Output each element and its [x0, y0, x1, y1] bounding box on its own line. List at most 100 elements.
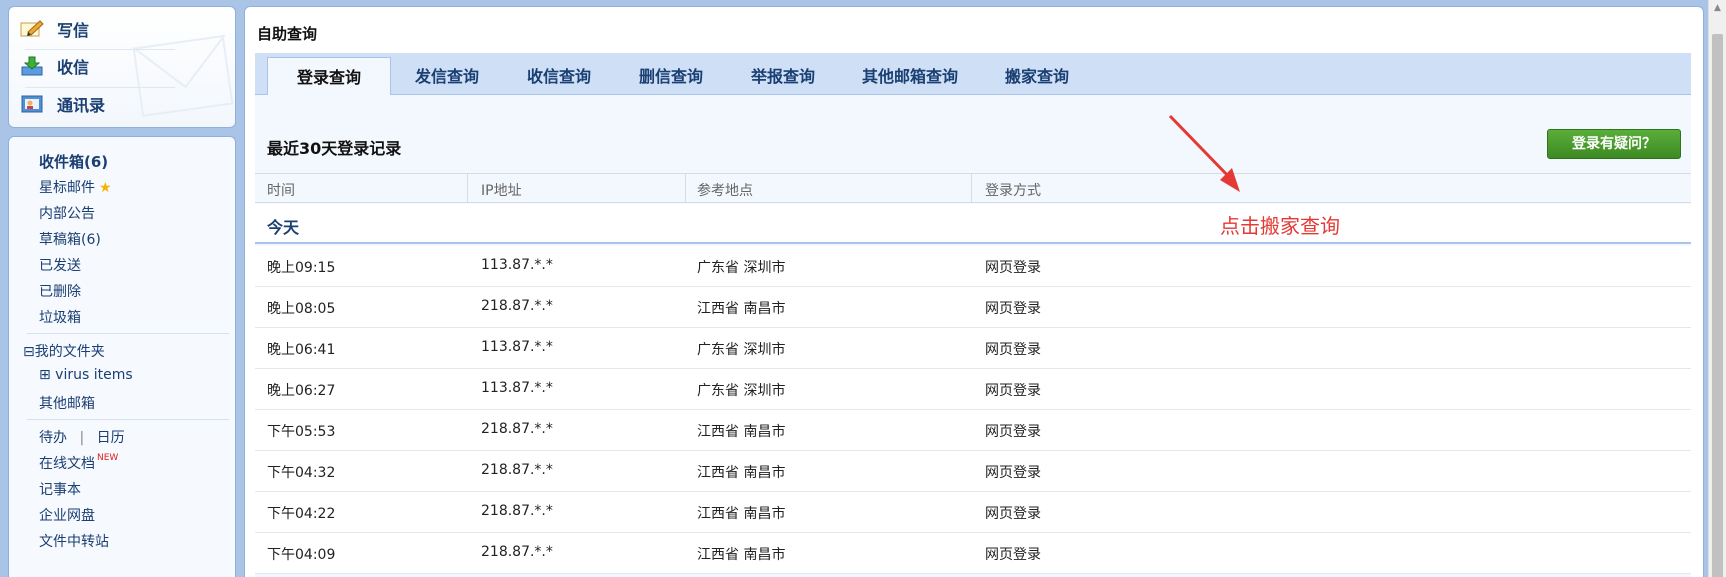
vertical-scrollbar[interactable]: ▲ [1708, 0, 1726, 577]
sidebar-item-trash[interactable]: 垃圾箱 [39, 307, 81, 327]
tab-send-query[interactable]: 发信查询 [391, 53, 503, 95]
receive-label: 收信 [57, 58, 90, 77]
row-method: 网页登录 [985, 260, 1041, 276]
inbox-label: 收件箱(6) [39, 153, 109, 171]
sidebar-item-inbox[interactable]: 收件箱(6) [39, 151, 108, 172]
row-location: 广东省 深圳市 [697, 260, 786, 276]
column-header-method: 登录方式 [985, 183, 1041, 199]
virus-items-label: ⊞ virus items [39, 367, 133, 383]
annotation-text: 点击搬家查询 [1220, 214, 1340, 238]
row-ip: 218.87.*.* [481, 503, 553, 519]
tab-login-query[interactable]: 登录查询 [267, 57, 391, 96]
scroll-up-icon[interactable]: ▲ [1709, 0, 1726, 17]
row-method: 网页登录 [985, 342, 1041, 358]
star-icon: ★ [99, 180, 112, 196]
todo-link[interactable]: 待办 [39, 430, 67, 446]
sidebar-item-deleted[interactable]: 已删除 [39, 281, 81, 301]
row-location: 广东省 深圳市 [697, 342, 786, 358]
trash-label: 垃圾箱 [39, 310, 81, 326]
compose-icon [19, 19, 45, 39]
page-title: 自助查询 [257, 25, 318, 43]
table-row: 下午05:53 218.87.*.* 江西省 南昌市 网页登录 [255, 410, 1691, 451]
row-time: 下午05:53 [267, 424, 336, 440]
sidebar-item-notebook[interactable]: 记事本 [39, 479, 81, 499]
column-header-time: 时间 [267, 183, 295, 199]
address-book-button[interactable]: 通讯录 [19, 88, 105, 120]
row-method: 网页登录 [985, 547, 1041, 563]
table-row: 下午04:32 218.87.*.* 江西省 南昌市 网页登录 [255, 451, 1691, 492]
announcements-label: 内部公告 [39, 206, 95, 222]
row-ip: 113.87.*.* [481, 380, 553, 396]
sidebar-item-my-folders[interactable]: ⊟我的文件夹 [23, 341, 105, 361]
sidebar-item-drafts[interactable]: 草稿箱(6) [39, 229, 101, 249]
row-ip: 113.87.*.* [481, 257, 553, 273]
other-mailbox-label: 其他邮箱 [39, 396, 95, 412]
sidebar-item-online-docs[interactable]: 在线文档 NEW [39, 453, 118, 473]
row-method: 网页登录 [985, 301, 1041, 317]
address-book-label: 通讯录 [57, 96, 106, 115]
table-row: 晚上06:41 113.87.*.* 广东省 深圳市 网页登录 [255, 328, 1691, 369]
quick-actions-panel: 写信 收信 通讯录 [8, 6, 236, 128]
deleted-label: 已删除 [39, 284, 81, 300]
drafts-label: 草稿箱(6) [39, 232, 101, 248]
row-ip: 113.87.*.* [481, 339, 553, 355]
login-question-button[interactable]: 登录有疑问？ [1547, 129, 1681, 159]
address-book-icon [19, 94, 45, 114]
row-time: 下午04:09 [267, 547, 336, 563]
envelope-watermark-icon [132, 34, 234, 118]
scroll-thumb[interactable] [1712, 34, 1723, 577]
compose-button[interactable]: 写信 [19, 13, 89, 45]
tab-receive-query[interactable]: 收信查询 [503, 53, 615, 95]
tab-migration-query[interactable]: 搬家查询 [981, 53, 1093, 95]
sidebar-item-sent[interactable]: 已发送 [39, 255, 81, 275]
sidebar-item-todo-calendar: 待办 | 日历 [39, 427, 125, 447]
calendar-link[interactable]: 日历 [97, 430, 125, 446]
file-transfer-label: 文件中转站 [39, 534, 109, 550]
row-time: 晚上08:05 [267, 301, 336, 317]
tab-other-mailbox-query[interactable]: 其他邮箱查询 [839, 53, 981, 95]
starred-label: 星标邮件 [39, 180, 95, 196]
row-method: 网页登录 [985, 424, 1041, 440]
sidebar-item-announcements[interactable]: 内部公告 [39, 203, 95, 223]
sidebar-item-enterprise-disk[interactable]: 企业网盘 [39, 505, 95, 525]
row-ip: 218.87.*.* [481, 298, 553, 314]
row-time: 晚上09:15 [267, 260, 336, 276]
my-folders-label: ⊟我的文件夹 [23, 344, 105, 360]
row-ip: 218.87.*.* [481, 544, 553, 560]
receive-button[interactable]: 收信 [19, 50, 89, 82]
row-time: 晚上06:27 [267, 383, 336, 399]
row-ip: 218.87.*.* [481, 421, 553, 437]
row-location: 江西省 南昌市 [697, 506, 786, 522]
row-time: 下午04:32 [267, 465, 336, 481]
row-time: 晚上06:41 [267, 342, 336, 358]
compose-label: 写信 [57, 21, 90, 40]
notebook-label: 记事本 [39, 482, 81, 498]
row-method: 网页登录 [985, 383, 1041, 399]
sidebar-item-virus-items[interactable]: ⊞ virus items [39, 367, 133, 383]
row-location: 广东省 深圳市 [697, 383, 786, 399]
sent-label: 已发送 [39, 258, 81, 274]
tab-delete-query[interactable]: 删信查询 [615, 53, 727, 95]
receive-icon [19, 56, 45, 76]
table-row: 晚上09:15 113.87.*.* 广东省 深圳市 网页登录 [255, 246, 1691, 287]
group-label: 今天 [267, 218, 300, 237]
sidebar-divider [27, 333, 229, 334]
table-header: 时间 IP地址 参考地点 登录方式 [255, 173, 1691, 203]
tab-report-query[interactable]: 举报查询 [727, 53, 839, 95]
sidebar-item-other-mailbox[interactable]: 其他邮箱 [39, 393, 95, 413]
group-header-today: 今天 [255, 204, 1691, 244]
sidebar-divider [27, 419, 229, 420]
row-location: 江西省 南昌市 [697, 547, 786, 563]
row-time: 下午04:22 [267, 506, 336, 522]
row-location: 江西省 南昌市 [697, 424, 786, 440]
sidebar-item-starred[interactable]: 星标邮件 ★ [39, 177, 112, 197]
table-row: 晚上08:05 218.87.*.* 江西省 南昌市 网页登录 [255, 287, 1691, 328]
self-service-query-panel: 自助查询 登录查询 发信查询 收信查询 删信查询 举报查询 其他邮箱查询 搬家查… [244, 6, 1704, 577]
sidebar-item-file-transfer[interactable]: 文件中转站 [39, 531, 109, 551]
row-method: 网页登录 [985, 506, 1041, 522]
table-row: 晚上06:27 113.87.*.* 广东省 深圳市 网页登录 [255, 369, 1691, 410]
divider-text: | [79, 430, 85, 446]
online-docs-label: 在线文档 [39, 456, 95, 472]
row-method: 网页登录 [985, 465, 1041, 481]
row-location: 江西省 南昌市 [697, 301, 786, 317]
